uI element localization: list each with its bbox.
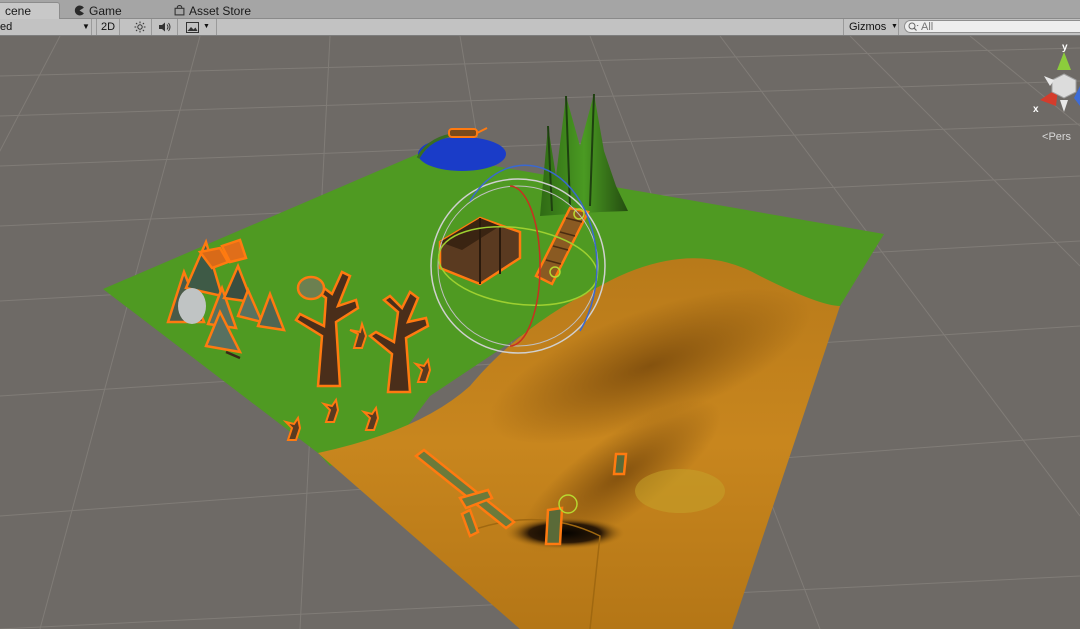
asset-store-bag-icon [174, 5, 185, 16]
rock-object[interactable] [178, 288, 206, 324]
search-icon [908, 22, 919, 31]
gizmo-x-label: x [1033, 104, 1039, 115]
scene-viewport[interactable]: y x <Pers [0, 36, 1080, 629]
gizmos-label: Gizmos [849, 21, 887, 33]
speaker-icon [158, 22, 170, 32]
toggle-2d-label: 2D [100, 21, 116, 33]
tab-scene-label: cene [5, 4, 32, 18]
sun-icon [134, 21, 145, 33]
tab-scene[interactable]: cene [0, 2, 60, 19]
scene-lighting-toggle[interactable] [128, 19, 152, 35]
y-axis-cone-icon[interactable] [1057, 52, 1071, 70]
toggle-2d-button[interactable]: 2D [96, 19, 120, 35]
tab-asset-store-label: Asset Store [189, 3, 252, 18]
chevron-down-icon: ▼ [203, 23, 210, 30]
gizmos-dropdown[interactable]: Gizmos ▼ [843, 19, 899, 35]
projection-label: Pers [1048, 131, 1072, 143]
scene-effects-dropdown[interactable]: ▼ [180, 19, 217, 35]
projection-toggle[interactable]: <Pers [1042, 131, 1071, 143]
sand-highlight [635, 469, 725, 513]
scene-audio-toggle[interactable] [152, 19, 178, 35]
search-input[interactable] [921, 21, 1071, 32]
scene-toolbar: ed ▼ 2D ▼ Gizmos ▼ [0, 19, 1080, 36]
draw-mode-dropdown[interactable]: ed ▼ [0, 19, 92, 35]
tab-asset-store[interactable]: Asset Store [174, 2, 251, 19]
draw-mode-label: ed [0, 21, 13, 33]
scene-search-field[interactable] [904, 20, 1080, 33]
tab-game[interactable]: Game [74, 2, 122, 19]
image-effects-icon [186, 21, 200, 33]
editor-tab-bar: cene Game Asset Store [0, 0, 1080, 19]
neg-y-cone-icon[interactable] [1060, 100, 1068, 112]
scene-canvas[interactable] [0, 36, 1080, 629]
sand-pit [505, 517, 625, 549]
gizmo-y-label: y [1062, 42, 1068, 53]
game-pacman-icon [74, 5, 84, 16]
chevron-down-icon: ▼ [891, 23, 898, 30]
tab-game-label: Game [89, 3, 122, 18]
chevron-down-icon: ▼ [82, 22, 90, 31]
